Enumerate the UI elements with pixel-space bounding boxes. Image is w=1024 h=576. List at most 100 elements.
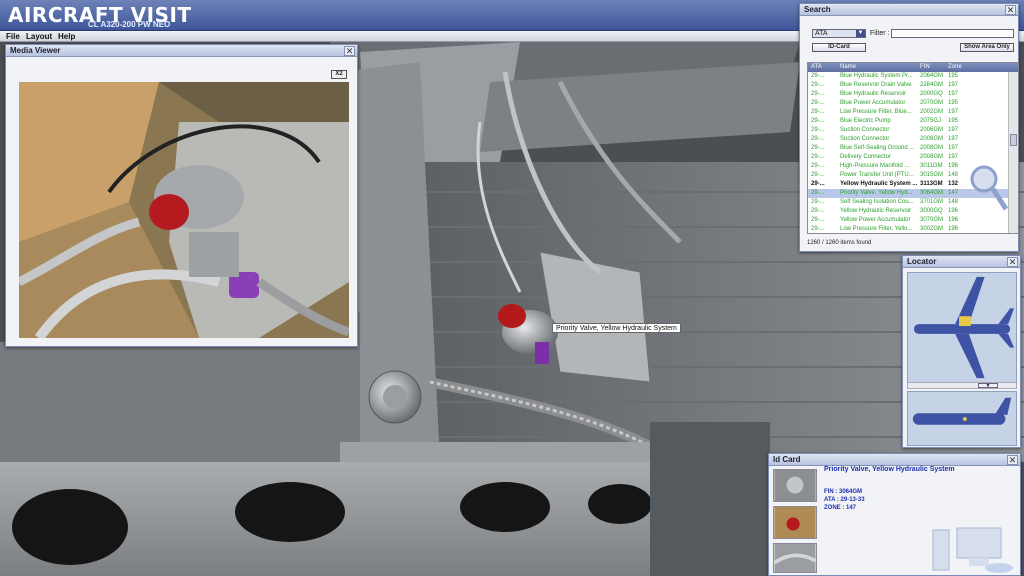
- scrollbar-thumb[interactable]: [1010, 134, 1017, 146]
- cell-ata: 29-...: [811, 172, 825, 178]
- locator-slider[interactable]: ▼: [907, 382, 1017, 389]
- table-header: ATA Name FIN Zone: [808, 63, 1018, 72]
- cell-fin: 2000GQ: [920, 91, 943, 97]
- cell-fin: 2002GM: [920, 109, 944, 115]
- application-window: AIRCRAFT VISIT CL A320-200 PW NEO File L…: [0, 0, 1024, 576]
- app-subtitle: CL A320-200 PW NEO: [88, 20, 171, 29]
- cell-ata: 29-...: [811, 82, 825, 88]
- locator-title: Locator: [907, 257, 937, 266]
- menu-file[interactable]: File: [6, 31, 20, 42]
- table-row[interactable]: 29-... Blue Electric Pump 2075GJ 195: [808, 117, 1008, 126]
- chevron-down-icon[interactable]: ▼: [978, 383, 998, 389]
- cell-zone: 195: [948, 100, 959, 106]
- table-row[interactable]: 29-... Low Pressure Filter, Blue... 2002GM…: [808, 108, 1008, 117]
- cell-ata: 29-...: [811, 190, 825, 196]
- filter-label: Filter :: [870, 30, 890, 37]
- locator-header[interactable]: Locator ✕: [903, 256, 1020, 268]
- id-card-panel: Id Card ✕ Priority Valve, Yellow Hydraul…: [768, 453, 1021, 576]
- locator-panel: Locator ✕ ▼: [902, 255, 1021, 448]
- chevron-down-icon[interactable]: ▼: [856, 30, 865, 37]
- cell-name: Suction Connector: [840, 127, 890, 133]
- table-row[interactable]: 29-... Suction Connector 2008GM 197: [808, 135, 1008, 144]
- cell-fin: 3011GM: [920, 163, 943, 169]
- ata-select[interactable]: ATA ▼: [812, 29, 866, 38]
- cell-ata: 29-...: [811, 109, 825, 115]
- id-card-header[interactable]: Id Card ✕: [769, 454, 1020, 466]
- photo-thumbnail[interactable]: [773, 469, 817, 502]
- cell-name: Low Pressure Filter, Blue...: [840, 109, 912, 115]
- aircraft-top-view-icon[interactable]: [907, 272, 1017, 383]
- cell-name: Yellow Power Accumulator: [840, 217, 911, 223]
- cell-zone: 197: [948, 145, 959, 151]
- table-row[interactable]: 29-... Low Pressure Filter, Yello... 3002G…: [808, 225, 1008, 233]
- cell-fin: 3113GM: [920, 181, 943, 187]
- cell-zone: 196: [948, 217, 959, 223]
- component-photo[interactable]: [19, 82, 349, 338]
- cell-fin: 2284GM: [920, 82, 944, 88]
- column-ata[interactable]: ATA: [811, 63, 822, 72]
- photo-thumbnail[interactable]: [773, 506, 817, 539]
- cell-zone: 147: [948, 190, 959, 196]
- cell-fin: 2075GJ: [920, 118, 942, 124]
- cell-fin: 2070GM: [920, 100, 944, 106]
- search-header[interactable]: Search ✕: [800, 4, 1018, 16]
- cell-zone: 132: [948, 181, 959, 187]
- table-row[interactable]: 29-... Suction Connector 2006GM 197: [808, 126, 1008, 135]
- cell-name: Blue Self-Sealing Ground ...: [840, 145, 915, 151]
- id-card-close-button[interactable]: ✕: [1007, 455, 1018, 465]
- search-icon: [970, 165, 1008, 211]
- cell-ata: 29-...: [811, 127, 825, 133]
- cell-fin: 3000GQ: [920, 208, 943, 214]
- table-row[interactable]: 29-... Blue Self-Sealing Ground ... 2008GM…: [808, 144, 1008, 153]
- cell-fin: 2008GM: [920, 145, 944, 151]
- computer-icon: [932, 527, 1013, 573]
- aircraft-side-view-icon[interactable]: [907, 391, 1017, 446]
- cell-ata: 29-...: [811, 154, 825, 160]
- cell-name: Blue Reservoir Drain Valve: [840, 82, 912, 88]
- cell-ata: 29-...: [811, 145, 825, 151]
- search-close-button[interactable]: ✕: [1005, 5, 1016, 15]
- cell-fin: 3070GM: [920, 217, 944, 223]
- cell-fin: 3701GM: [920, 199, 944, 205]
- search-title: Search: [804, 5, 831, 14]
- component-name: Priority Valve, Yellow Hydraulic System: [824, 466, 955, 473]
- menu-help[interactable]: Help: [58, 31, 75, 42]
- locator-close-button[interactable]: ✕: [1007, 257, 1018, 267]
- cell-zone: 196: [948, 226, 959, 232]
- cell-fin: 3002GM: [920, 226, 944, 232]
- cell-ata: 29-...: [811, 118, 825, 124]
- ata-select-value: ATA: [815, 30, 828, 37]
- cell-ata: 29-...: [811, 73, 825, 79]
- column-name[interactable]: Name: [840, 63, 856, 72]
- filter-input[interactable]: [891, 29, 1014, 38]
- table-row[interactable]: 29-... Blue Reservoir Drain Valve 2284GM 19…: [808, 81, 1008, 90]
- id-card-button[interactable]: ID-Card: [812, 43, 866, 52]
- results-table: ATA Name FIN Zone 29-... Blue Hydraulic S…: [807, 62, 1019, 234]
- photo-thumbnail[interactable]: [773, 543, 817, 573]
- cell-fin: 3064GM: [920, 190, 944, 196]
- show-area-only-button[interactable]: Show Area Only: [960, 43, 1014, 52]
- cell-zone: 197: [948, 127, 959, 133]
- table-row[interactable]: 29-... Blue Power Accumulator 2070GM 195: [808, 99, 1008, 108]
- zoom-x2-button[interactable]: X2: [331, 70, 347, 79]
- cell-zone: 195: [948, 73, 959, 79]
- results-scrollbar[interactable]: [1008, 72, 1018, 233]
- column-zone[interactable]: Zone: [948, 63, 962, 72]
- table-row[interactable]: 29-... Blue Hydraulic System Pr... 2064GM 1…: [808, 72, 1008, 81]
- cell-zone: 196: [948, 163, 959, 169]
- column-fin[interactable]: FIN: [920, 63, 930, 72]
- table-row[interactable]: 29-... Delivery Connector 2008GM 197: [808, 153, 1008, 162]
- menu-layout[interactable]: Layout: [26, 31, 52, 42]
- component-ata: ATA : 29-13-33: [824, 497, 865, 503]
- media-viewer-close-button[interactable]: ✕: [344, 46, 355, 56]
- media-viewer-header[interactable]: Media Viewer ✕: [6, 45, 357, 57]
- table-row[interactable]: 29-... Blue Hydraulic Reservoir 2000GQ 197: [808, 90, 1008, 99]
- cell-name: Yellow Hydraulic System ...: [840, 181, 918, 187]
- cell-ata: 29-...: [811, 181, 825, 187]
- cell-zone: 197: [948, 82, 959, 88]
- table-row[interactable]: 29-... Yellow Power Accumulator 3070GM 196: [808, 216, 1008, 225]
- cell-fin: 2008GM: [920, 136, 944, 142]
- cell-ata: 29-...: [811, 100, 825, 106]
- cell-name: Blue Hydraulic System Pr...: [840, 73, 913, 79]
- cell-name: Yellow Hydraulic Reservoir: [840, 208, 912, 214]
